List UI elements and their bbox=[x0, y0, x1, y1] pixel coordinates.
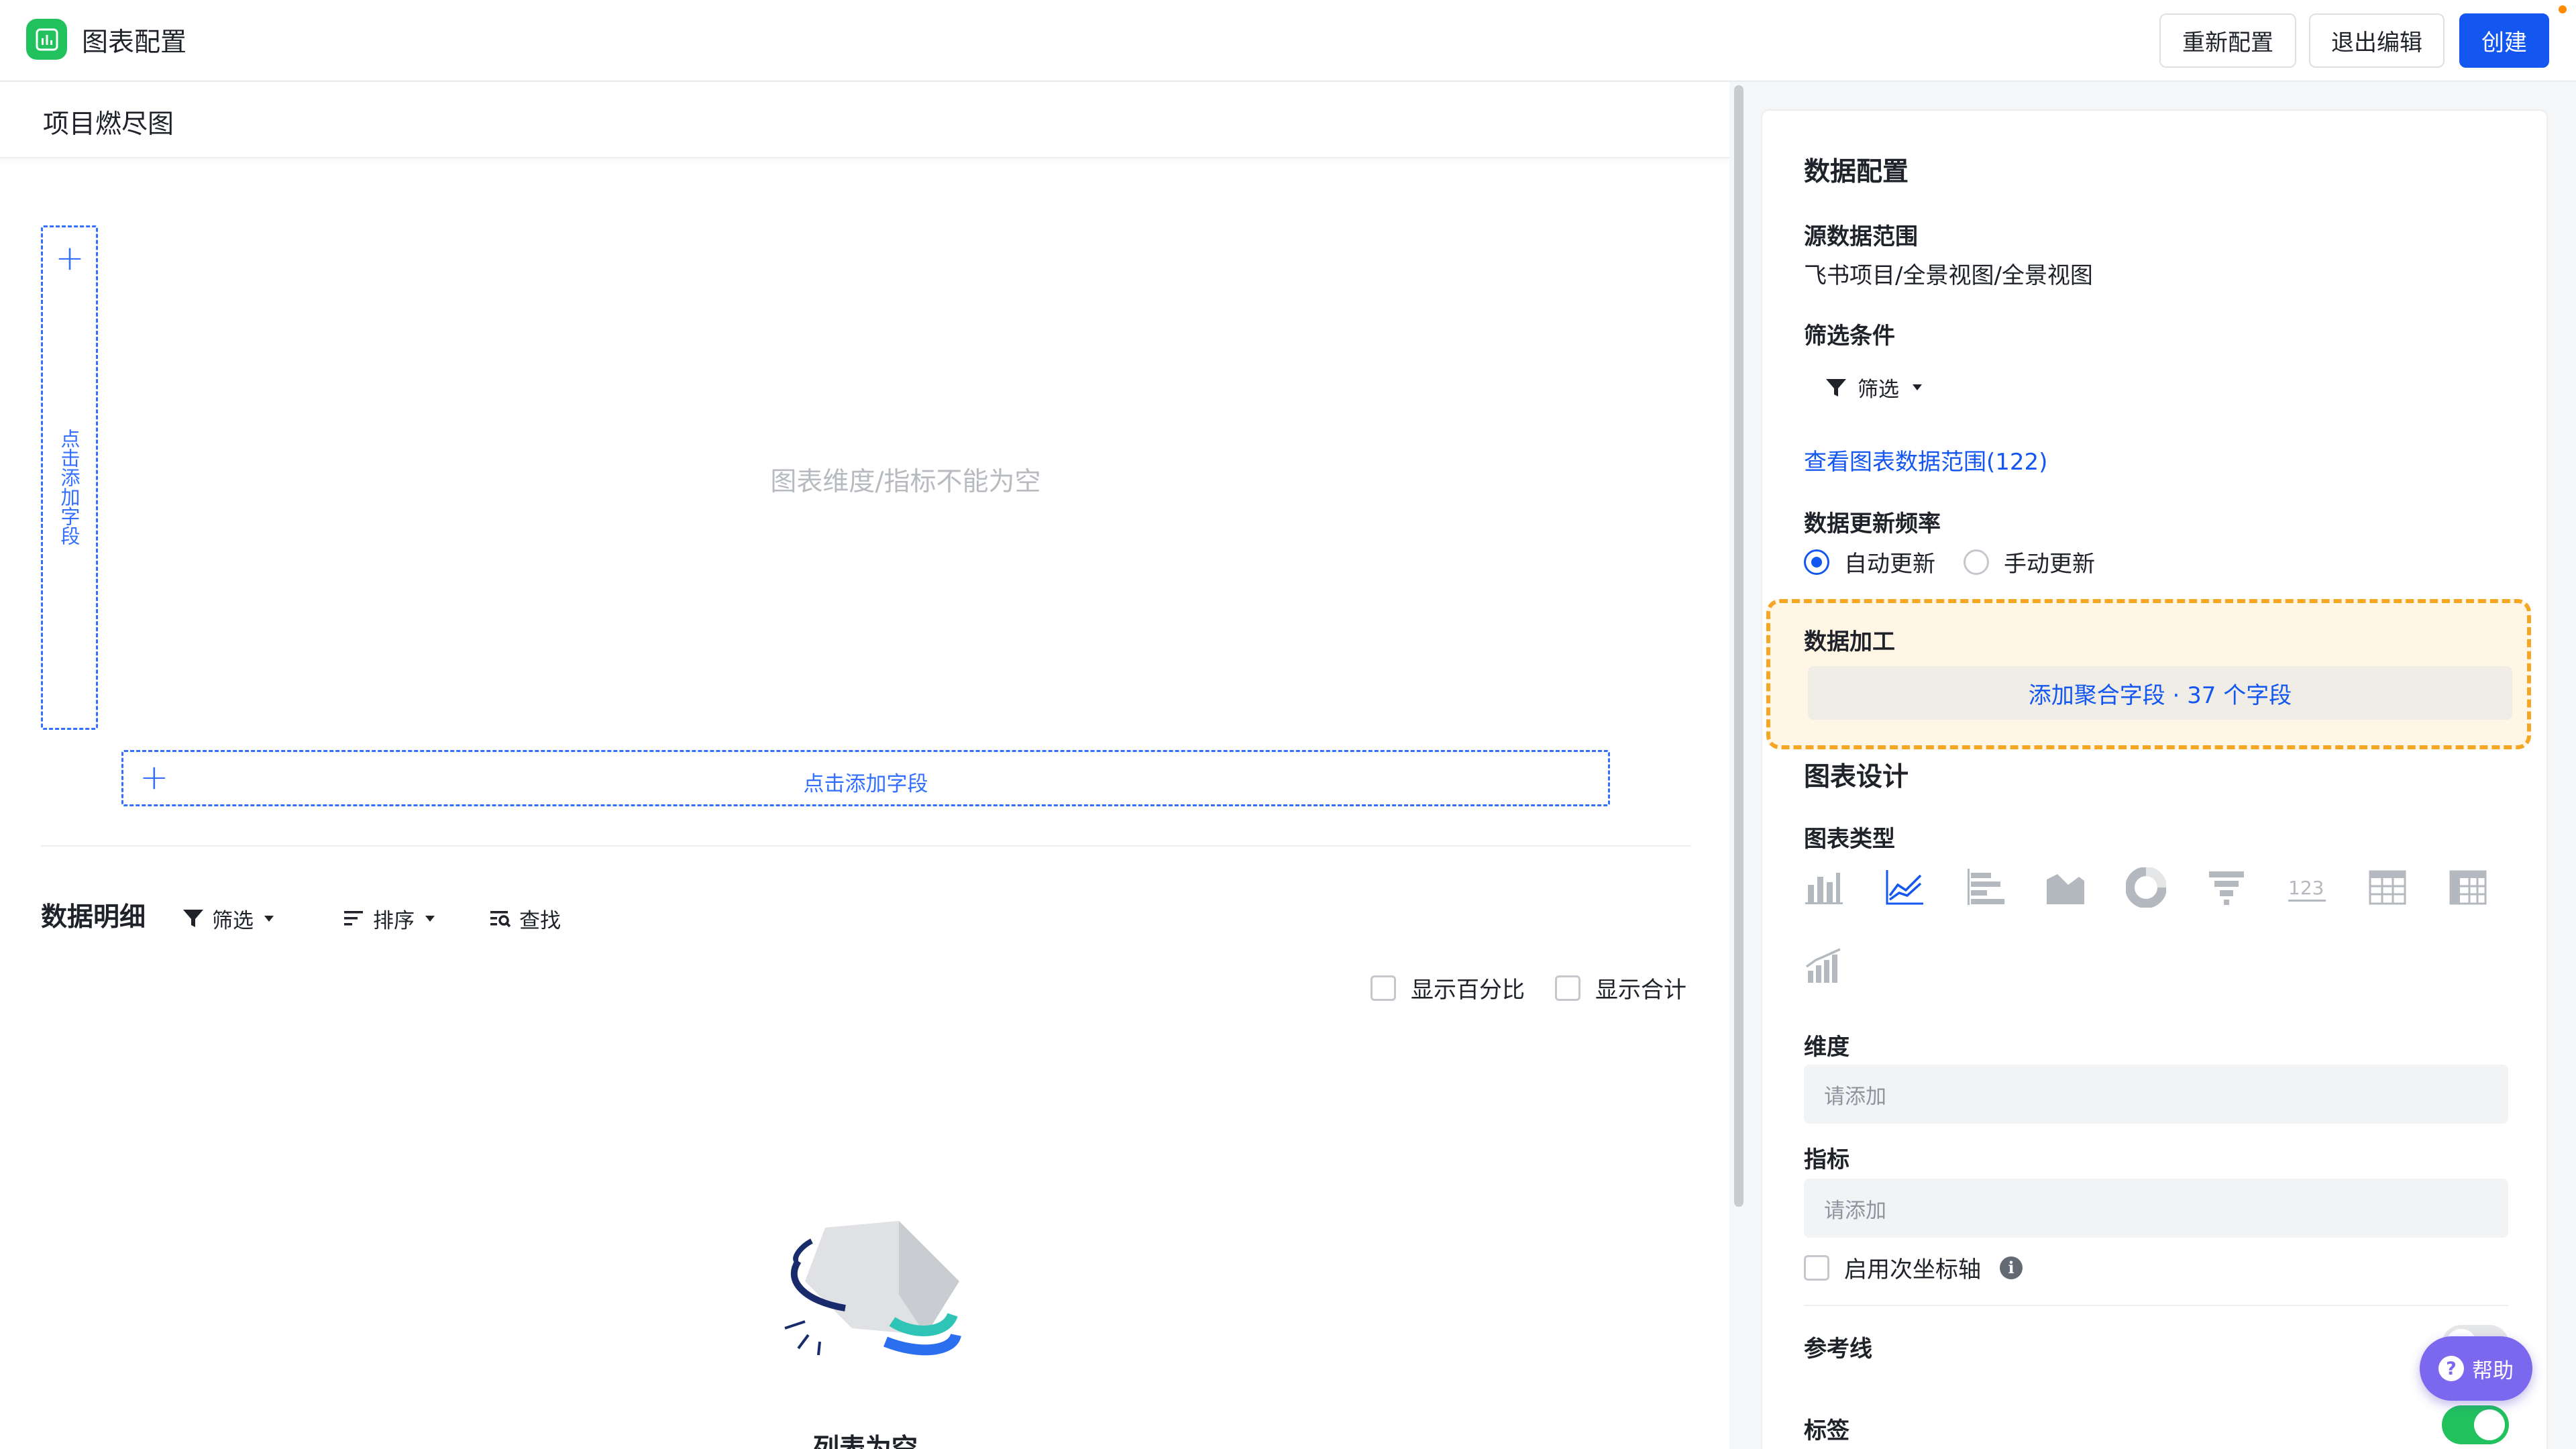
reconfigure-button[interactable]: 重新配置 bbox=[2159, 13, 2296, 68]
data-processing-label: 数据加工 bbox=[1804, 629, 1895, 655]
top-bar: 图表配置 重新配置 退出编辑 创建 bbox=[0, 0, 2576, 82]
show-percent-option[interactable]: 显示百分比 bbox=[1371, 971, 1525, 1004]
secondary-axis-label: 启用次坐标轴 bbox=[1844, 1256, 1981, 1283]
create-button[interactable]: 创建 bbox=[2459, 13, 2549, 68]
manual-update-label[interactable]: 手动更新 bbox=[2004, 545, 2095, 578]
panel-filter-button[interactable]: 筛选 bbox=[1824, 372, 1922, 402]
page-title: 图表配置 bbox=[82, 28, 187, 58]
combo-chart-icon[interactable] bbox=[1804, 947, 1884, 987]
add-icon: + bbox=[55, 238, 85, 278]
horizontal-bar-chart-icon[interactable] bbox=[1965, 867, 2045, 908]
chevron-down-icon bbox=[425, 915, 435, 922]
empty-list-text: 列表为空 bbox=[812, 1434, 918, 1449]
auto-update-radio[interactable] bbox=[1804, 549, 1829, 575]
data-detail-title: 数据明细 bbox=[41, 902, 146, 932]
metric-label: 指标 bbox=[1804, 1146, 1849, 1173]
chart-header: 项目燃尽图 bbox=[0, 82, 1729, 158]
chevron-down-icon bbox=[264, 915, 274, 922]
x-axis-drop-label: 点击添加字段 bbox=[803, 772, 928, 796]
dimension-field[interactable]: 请添加 bbox=[1804, 1065, 2508, 1124]
view-data-range-link[interactable]: 查看图表数据范围(122) bbox=[1804, 443, 2047, 476]
filter-condition-label: 筛选条件 bbox=[1804, 323, 1895, 350]
section-divider bbox=[41, 845, 1691, 847]
number-card-icon[interactable]: 123 bbox=[2287, 867, 2367, 908]
reference-line-label: 参考线 bbox=[1804, 1336, 1872, 1362]
config-panel: 数据配置 源数据范围 飞书项目/全景视图/全景视图 筛选条件 筛选 查看图表数据… bbox=[1761, 109, 2548, 1449]
pivot-table-icon[interactable] bbox=[2448, 867, 2528, 908]
filter-icon bbox=[1826, 378, 1846, 396]
svg-text:123: 123 bbox=[2288, 877, 2324, 899]
notification-dot bbox=[2559, 5, 2567, 13]
main-scrollbar-thumb[interactable] bbox=[1734, 85, 1743, 1207]
x-axis-drop-zone[interactable]: + 点击添加字段 bbox=[121, 750, 1610, 806]
manual-update-radio[interactable] bbox=[1964, 549, 1989, 575]
find-label: 查找 bbox=[519, 908, 561, 933]
help-label: 帮助 bbox=[2472, 1358, 2514, 1383]
toggle-knob bbox=[2474, 1409, 2505, 1440]
panel-divider bbox=[1804, 1305, 2508, 1306]
tag-label: 标签 bbox=[1804, 1417, 1849, 1444]
sort-label: 排序 bbox=[373, 908, 415, 933]
line-chart-icon[interactable] bbox=[1884, 867, 1965, 908]
detail-find-button[interactable]: 查找 bbox=[488, 902, 561, 935]
info-icon[interactable]: i bbox=[2000, 1256, 2023, 1279]
table-icon[interactable] bbox=[2367, 867, 2448, 908]
sort-icon bbox=[344, 911, 363, 926]
question-icon: ? bbox=[2438, 1356, 2464, 1381]
metric-field[interactable]: 请添加 bbox=[1804, 1179, 2508, 1238]
source-range-value: 飞书项目/全景视图/全景视图 bbox=[1804, 262, 2093, 289]
chart-type-list: 123 bbox=[1804, 867, 2528, 987]
secondary-axis-checkbox[interactable] bbox=[1804, 1254, 1829, 1281]
search-list-icon bbox=[490, 911, 511, 928]
chart-type-label: 图表类型 bbox=[1804, 826, 1895, 853]
dimension-label: 维度 bbox=[1804, 1034, 1849, 1061]
show-total-option[interactable]: 显示合计 bbox=[1555, 971, 1686, 1004]
exit-edit-button[interactable]: 退出编辑 bbox=[2309, 13, 2445, 68]
detail-sort-button[interactable]: 排序 bbox=[342, 902, 435, 935]
detail-filter-button[interactable]: 筛选 bbox=[181, 902, 274, 935]
add-aggregate-field-button[interactable]: 添加聚合字段 · 37 个字段 bbox=[1808, 666, 2512, 720]
bar-chart-icon[interactable] bbox=[1804, 867, 1884, 908]
update-frequency-options: 自动更新 手动更新 bbox=[1804, 545, 2095, 578]
y-axis-drop-zone[interactable]: + 点击添加字段 bbox=[41, 225, 98, 730]
chart-app-logo-icon bbox=[26, 19, 67, 60]
filter-label: 筛选 bbox=[212, 908, 254, 933]
update-frequency-label: 数据更新频率 bbox=[1804, 511, 1941, 537]
show-percent-checkbox[interactable] bbox=[1371, 975, 1396, 1001]
source-range-label: 源数据范围 bbox=[1804, 223, 1918, 250]
data-config-title: 数据配置 bbox=[1804, 157, 1909, 187]
area-chart-icon[interactable] bbox=[2045, 867, 2126, 908]
panel-filter-label: 筛选 bbox=[1858, 378, 1899, 402]
help-button[interactable]: ? 帮助 bbox=[2420, 1336, 2532, 1401]
secondary-axis-option[interactable]: 启用次坐标轴 i bbox=[1804, 1251, 2023, 1284]
pie-chart-icon[interactable] bbox=[2126, 867, 2206, 908]
show-percent-label: 显示百分比 bbox=[1411, 977, 1525, 1004]
chart-preview-area: 项目燃尽图 + 点击添加字段 图表维度/指标不能为空 + 点击添加字段 数据明细… bbox=[0, 82, 1729, 1449]
chart-design-title: 图表设计 bbox=[1804, 762, 1909, 792]
chart-title[interactable]: 项目燃尽图 bbox=[43, 103, 174, 141]
y-axis-drop-label: 点击添加字段 bbox=[58, 429, 80, 545]
empty-list-illustration bbox=[784, 1221, 961, 1356]
tag-toggle[interactable] bbox=[2442, 1405, 2509, 1444]
filter-icon bbox=[183, 910, 203, 927]
show-total-label: 显示合计 bbox=[1595, 977, 1686, 1004]
auto-update-label[interactable]: 自动更新 bbox=[1844, 545, 1935, 578]
chart-empty-tip: 图表维度/指标不能为空 bbox=[770, 467, 1041, 497]
show-total-checkbox[interactable] bbox=[1555, 975, 1580, 1001]
funnel-chart-icon[interactable] bbox=[2206, 867, 2287, 908]
data-processing-section: 数据加工 添加聚合字段 · 37 个字段 bbox=[1766, 599, 2531, 749]
chevron-down-icon bbox=[1913, 384, 1922, 390]
